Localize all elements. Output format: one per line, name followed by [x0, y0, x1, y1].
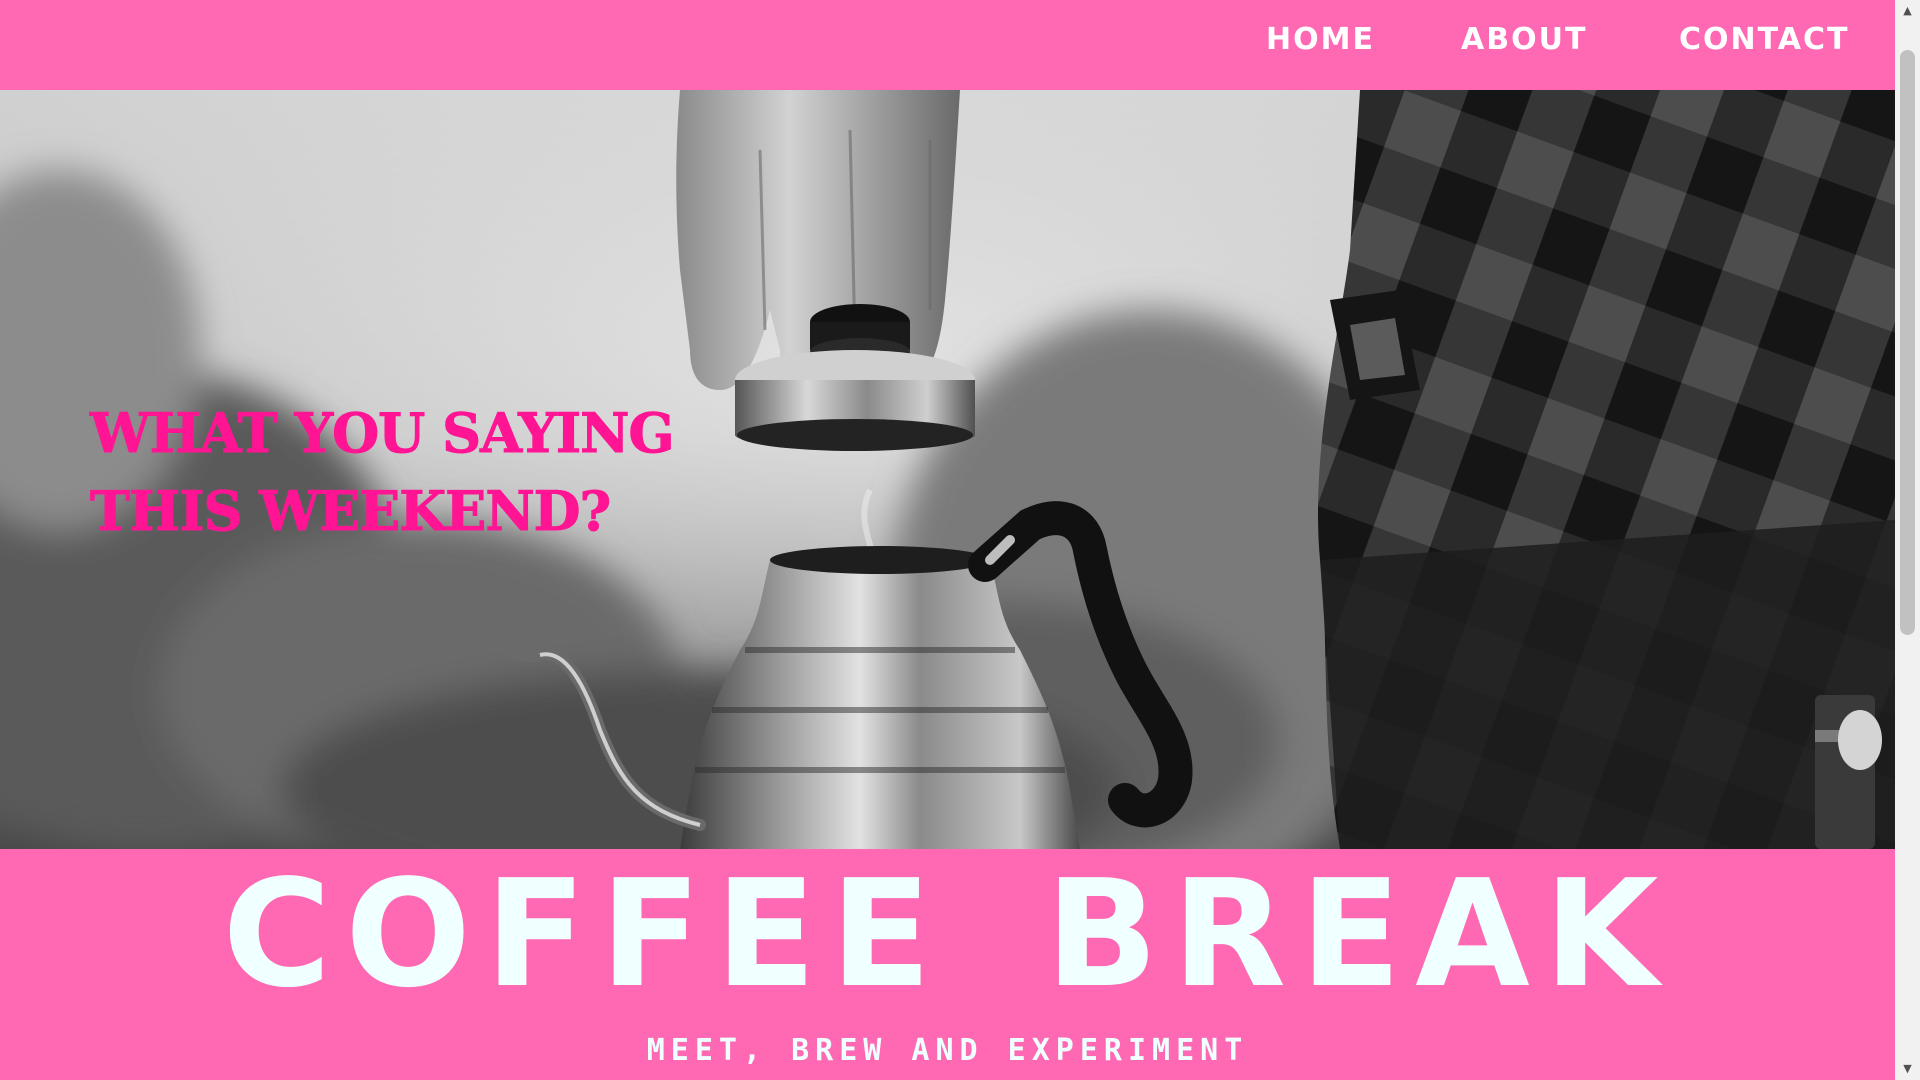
nav-link-about[interactable]: ABOUT	[1461, 22, 1587, 57]
vertical-scrollbar[interactable]: ▲ ▼	[1895, 0, 1920, 1080]
hero-headline-line-2: THIS WEEKEND?	[90, 479, 612, 544]
hero-headline: WHAT YOU SAYING THIS WEEKEND?	[90, 394, 710, 550]
scrollbar-thumb[interactable]	[1900, 50, 1915, 635]
brand-title: COFFEE BREAK	[0, 849, 1895, 1019]
brand-title-word-1: COFFEE	[222, 848, 946, 1020]
hero-section: WHAT YOU SAYING THIS WEEKEND?	[0, 90, 1895, 849]
brand-tagline: MEET, BREW AND EXPERIMENT	[646, 1033, 1249, 1068]
nav-link-contact[interactable]: CONTACT	[1679, 22, 1849, 57]
arrow-down-icon[interactable]: ▼	[1895, 1058, 1920, 1080]
brand-band: COFFEE BREAK MEET, BREW AND EXPERIMENT	[0, 849, 1895, 1080]
brand-title-word-2: BREAK	[1045, 848, 1673, 1020]
page: HOME ABOUT CONTACT WHAT YOU SAYING THIS …	[0, 0, 1895, 1080]
top-navigation-bar: HOME ABOUT CONTACT	[0, 0, 1895, 90]
nav-link-home[interactable]: HOME	[1266, 22, 1375, 57]
arrow-up-icon[interactable]: ▲	[1895, 0, 1920, 22]
hero-headline-line-1: WHAT YOU SAYING	[90, 401, 676, 466]
